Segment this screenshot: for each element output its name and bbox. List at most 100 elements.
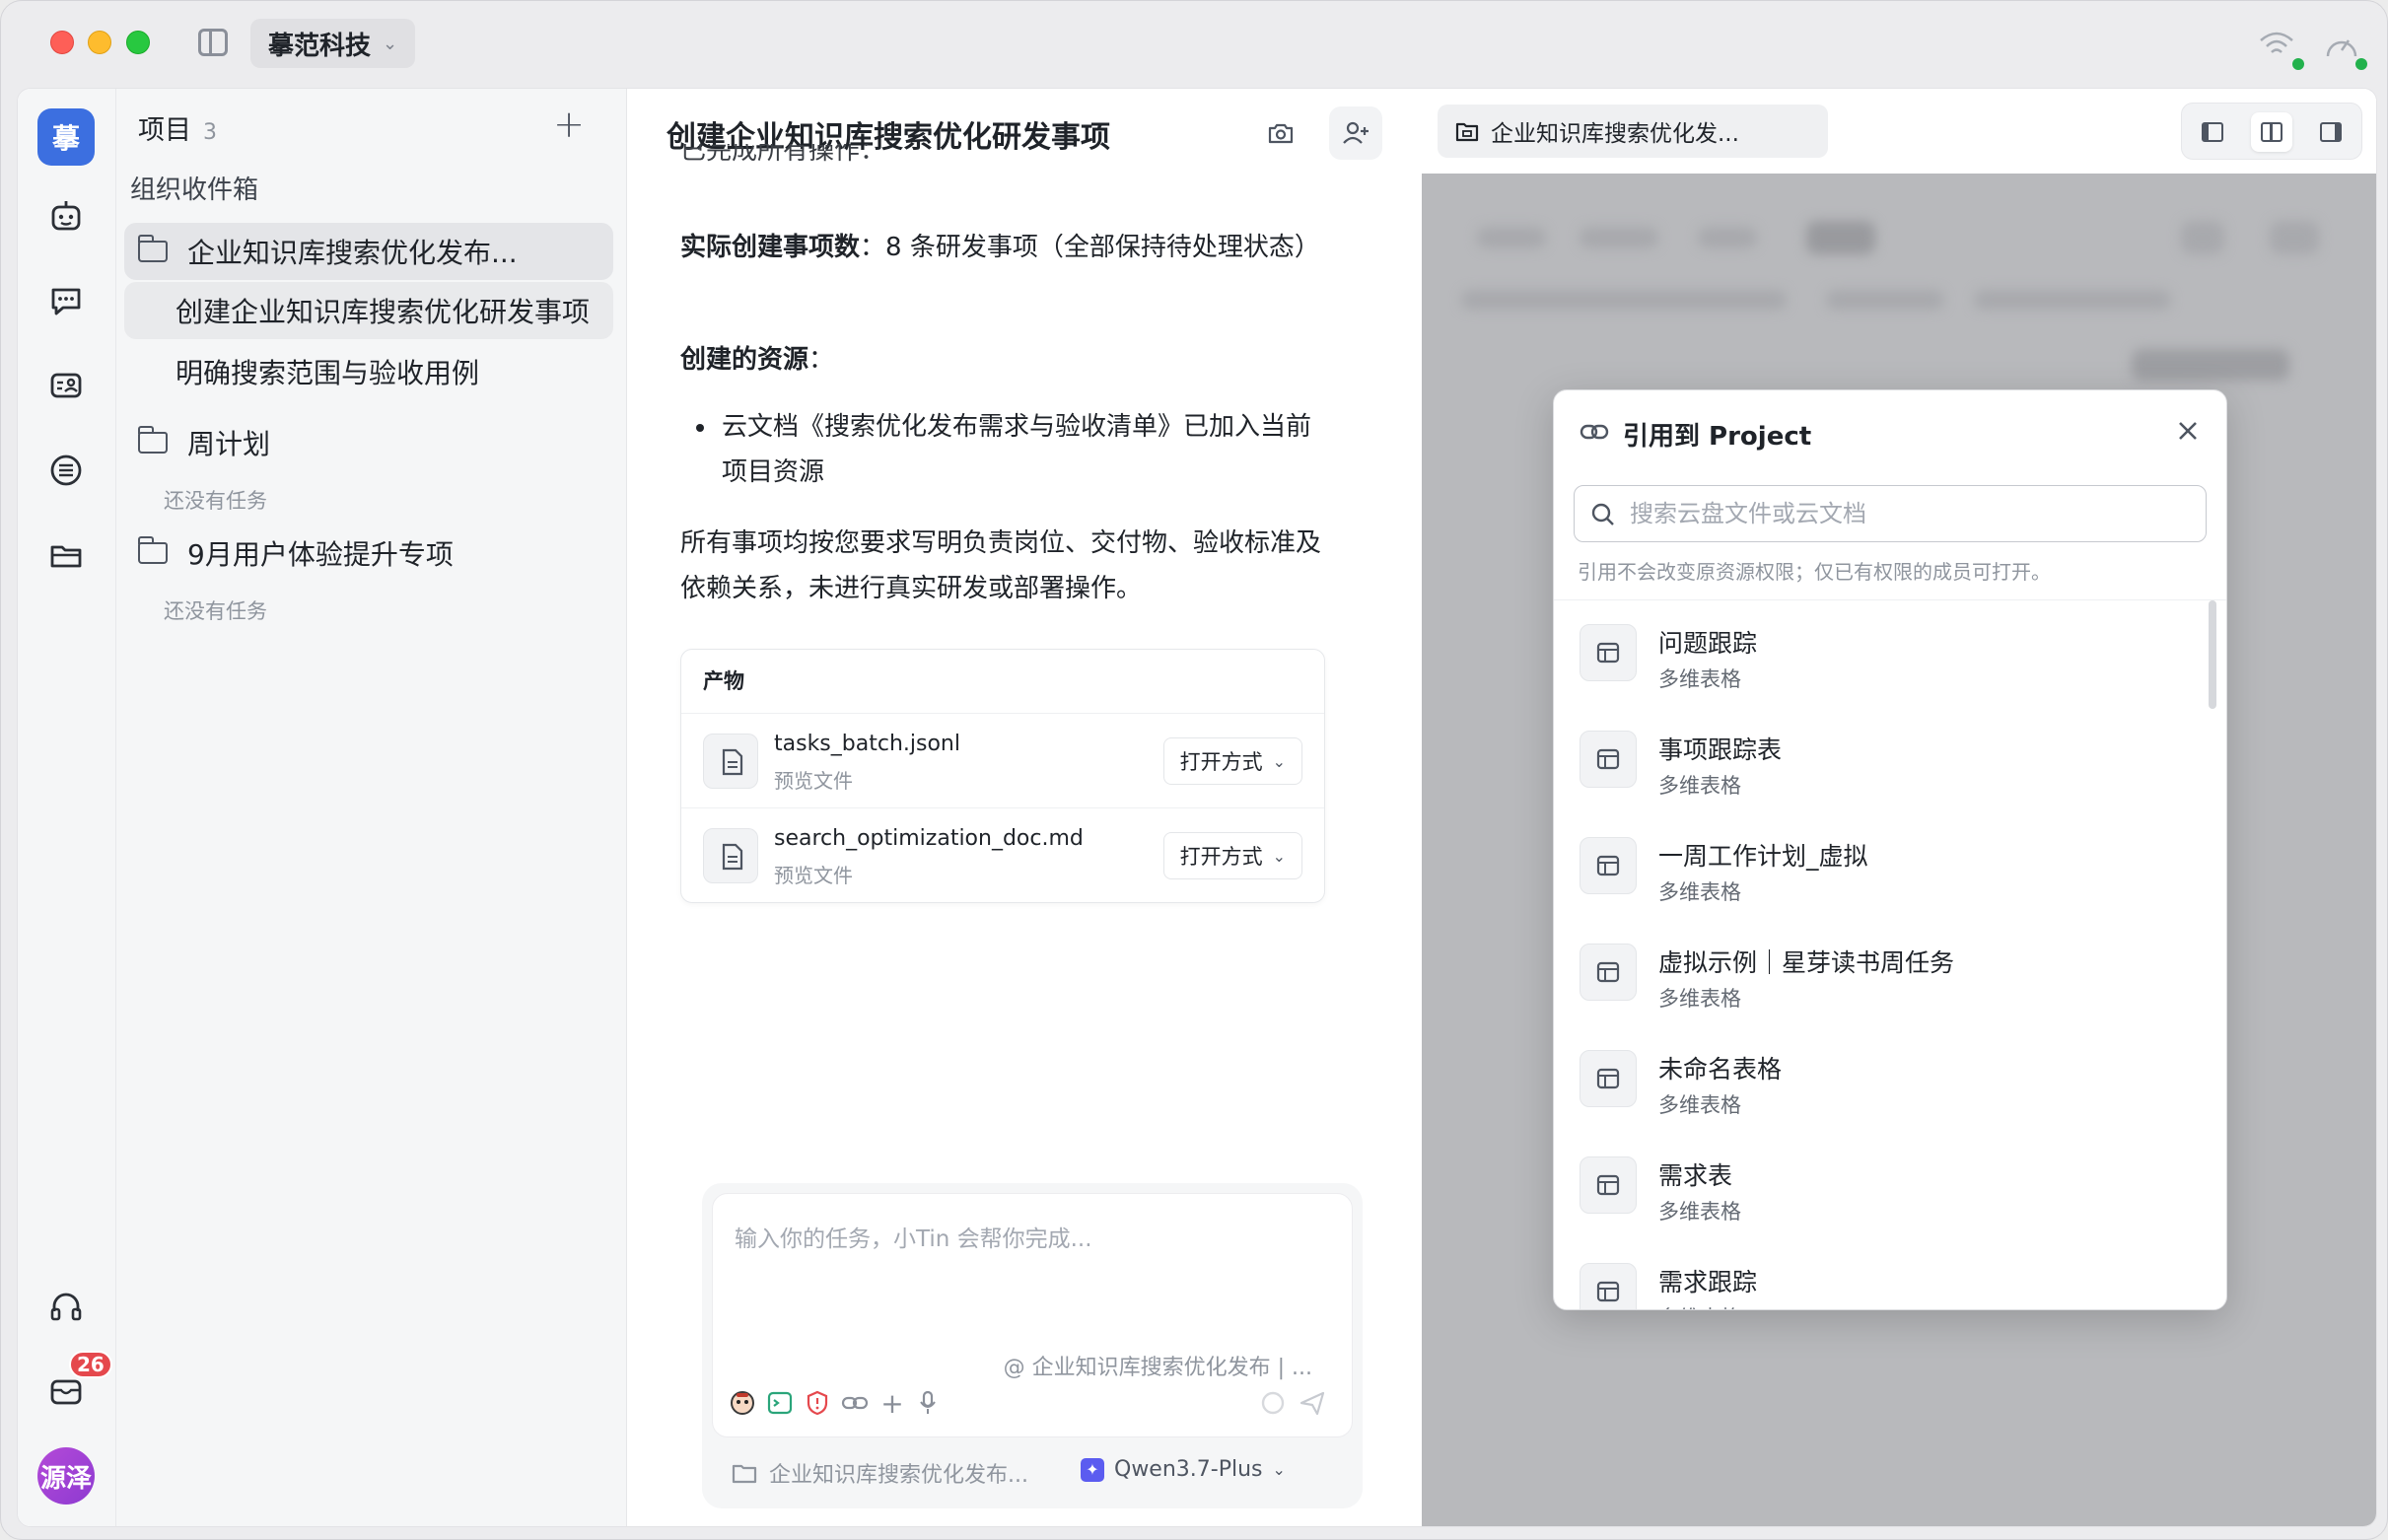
artifact-row[interactable]: tasks_batch.jsonl 预览文件 打开方式 ⌄ [681, 713, 1324, 807]
model-selector[interactable]: ✦ Qwen3.7-Plus ⌄ [1081, 1457, 1286, 1482]
resource-name: 需求跟踪 [1658, 1268, 1758, 1296]
list-item[interactable]: 问题跟踪 多维表格 [1554, 600, 2226, 707]
link-icon[interactable] [841, 1389, 869, 1417]
close-window-button[interactable] [50, 31, 74, 54]
task-item-define-scope[interactable]: 明确搜索范围与验收用例 [124, 343, 613, 400]
empty-tasks-note: 还没有任务 [164, 489, 267, 513]
headset-icon[interactable] [47, 1288, 85, 1325]
open-with-button[interactable]: 打开方式 ⌄ [1162, 832, 1302, 879]
project-context-label: 企业知识库搜索优化发布... [769, 1463, 1028, 1488]
project-item-ux-improvement[interactable]: 9月用户体验提升专项 [124, 525, 613, 582]
inbox-count-badge: 26 [69, 1351, 112, 1378]
task-item-create-issues[interactable]: 创建企业知识库搜索优化研发事项 [124, 282, 613, 339]
open-with-label: 打开方式 [1179, 750, 1263, 774]
list-item[interactable]: 事项跟踪表 多维表格 [1554, 707, 2226, 813]
org-logo[interactable]: 摹 [37, 108, 95, 166]
contacts-icon[interactable] [47, 367, 85, 404]
add-user-icon [1343, 121, 1369, 144]
project-context-selector[interactable]: 企业知识库搜索优化发布... [732, 1457, 1028, 1489]
loading-spinner-icon [1259, 1389, 1287, 1417]
resource-name: 一周工作计划_虚拟 [1658, 842, 1868, 871]
file-preview-label: 预览文件 [774, 864, 853, 887]
resources-label: 创建的资源 [680, 345, 809, 375]
terminal-icon[interactable] [766, 1389, 794, 1417]
icon-rail: 摹 26 源泽 [18, 89, 116, 1526]
list-item[interactable]: 一周工作计划_虚拟 多维表格 [1554, 813, 2226, 920]
resource-type: 多维表格 [1658, 667, 1741, 691]
table-icon [1580, 837, 1637, 894]
minimize-window-button[interactable] [88, 31, 111, 54]
list-item[interactable]: 需求表 多维表格 [1554, 1133, 2226, 1239]
org-inbox-link[interactable]: 组织收件箱 [130, 170, 258, 206]
context-reference[interactable]: @ 企业知识库搜索优化发布 | ... [1004, 1350, 1312, 1381]
project-item-weekly-plan[interactable]: 周计划 [124, 414, 613, 471]
send-icon[interactable] [1299, 1389, 1326, 1417]
layout-left-panel-icon[interactable] [2192, 112, 2233, 152]
resource-name: 需求表 [1658, 1161, 1733, 1190]
resource-type: 多维表格 [1658, 987, 1741, 1011]
artifacts-header: 产物 [703, 669, 744, 693]
camera-icon [1268, 123, 1294, 144]
add-member-button[interactable] [1329, 106, 1382, 160]
add-project-button[interactable]: + [553, 103, 585, 146]
resources-colon: ： [808, 345, 835, 375]
zoom-window-button[interactable] [126, 31, 150, 54]
file-preview-label: 预览文件 [774, 769, 853, 793]
chat-column: 创建企业知识库搜索优化研发事项 已完成所有操作： 实际创建事项数：8 条研发事项… [627, 89, 1422, 1526]
plus-icon[interactable]: + [878, 1387, 906, 1420]
wifi-status-dot [2292, 58, 2304, 70]
search-field [1574, 485, 2207, 542]
speed-gauge-icon[interactable] [2324, 31, 2359, 62]
resource-type: 多维表格 [1658, 1200, 1741, 1224]
layout-right-panel-icon[interactable] [2310, 112, 2352, 152]
task-input-placeholder: 输入你的任务，小Tin 会帮你完成... [735, 1226, 1092, 1252]
robot-icon[interactable] [47, 197, 85, 235]
agent-avatar-icon[interactable] [729, 1389, 756, 1417]
preview-tab-label: 企业知识库搜索优化发... [1491, 121, 1739, 147]
project-item-label: 企业知识库搜索优化发布... [187, 237, 518, 269]
empty-tasks-note: 还没有任务 [164, 599, 267, 623]
project-item-label: 9月用户体验提升专项 [187, 538, 454, 571]
file-icon [703, 734, 758, 789]
open-with-button[interactable]: 打开方式 ⌄ [1162, 737, 1302, 785]
org-switcher[interactable]: 摹范科技 ⌄ [250, 19, 416, 68]
projects-count: 3 [203, 120, 217, 145]
task-input-box[interactable]: 输入你的任务，小Tin 会帮你完成... @ 企业知识库搜索优化发布 | ... [712, 1193, 1353, 1437]
folder-open-icon [137, 235, 168, 262]
list-item[interactable]: 需求跟踪 多维表格 [1554, 1239, 2226, 1309]
search-input[interactable] [1630, 486, 2192, 541]
list-icon[interactable] [47, 452, 85, 489]
org-name: 摹范科技 [268, 31, 372, 61]
file-name: search_optimization_doc.md [774, 826, 1084, 851]
project-folder-icon [1455, 122, 1479, 142]
avatar[interactable]: 源泽 [37, 1447, 95, 1505]
resource-type: 多维表格 [1658, 880, 1741, 904]
shield-icon[interactable] [804, 1389, 831, 1417]
folder-icon[interactable] [47, 536, 85, 574]
close-icon[interactable] [2173, 416, 2203, 446]
project-item-search-optimization[interactable]: 企业知识库搜索优化发布... [124, 223, 613, 280]
task-item-label: 创建企业知识库搜索优化研发事项 [176, 296, 591, 328]
message-cut-line: 已完成所有操作： [680, 144, 886, 166]
composer: 输入你的任务，小Tin 会帮你完成... @ 企业知识库搜索优化发布 | ... [702, 1183, 1363, 1508]
layout-split-icon[interactable] [2251, 112, 2292, 152]
titlebar: 摹范科技 ⌄ [1, 1, 2387, 86]
dialog-title: 引用到 Project [1623, 422, 1812, 452]
file-icon [703, 828, 758, 883]
file-name: tasks_batch.jsonl [774, 732, 960, 756]
sidebar-toggle-icon[interactable] [198, 29, 228, 56]
list-item[interactable]: 虚拟示例｜星芽读书周任务 多维表格 [1554, 920, 2226, 1026]
speed-status-dot [2355, 58, 2367, 70]
microphone-icon[interactable] [914, 1389, 942, 1417]
task-item-label: 明确搜索范围与验收用例 [176, 357, 480, 389]
projects-title: 项目 [138, 115, 191, 146]
wifi-icon[interactable] [2259, 31, 2294, 58]
preview-tab[interactable]: 企业知识库搜索优化发... [1438, 105, 1828, 158]
chevron-down-icon: ⌄ [1272, 1460, 1286, 1479]
chat-icon[interactable] [47, 282, 85, 319]
artifact-row[interactable]: search_optimization_doc.md 预览文件 打开方式 ⌄ [681, 807, 1324, 902]
message-resources: 创建的资源： [680, 337, 1331, 383]
list-item[interactable]: 未命名表格 多维表格 [1554, 1026, 2226, 1133]
app-window: 摹范科技 ⌄ 摹 26 源泽 项目 3 + 组织收件箱 企业知识库搜索优化发布.… [0, 0, 2388, 1540]
message-stat: 实际创建事项数：8 条研发事项（全部保持待处理状态） [680, 225, 1331, 270]
